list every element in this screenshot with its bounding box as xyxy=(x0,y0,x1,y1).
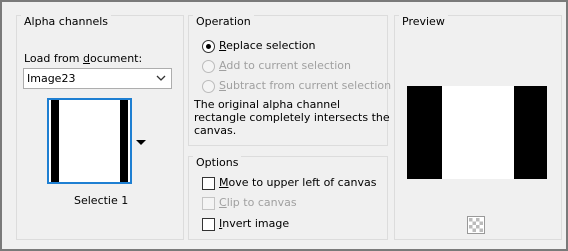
preview-left-bar xyxy=(407,86,442,179)
radio-dot xyxy=(202,80,215,93)
document-select-value: Image23 xyxy=(27,72,76,85)
checkerboard-icon[interactable] xyxy=(467,216,485,234)
operation-title: Operation xyxy=(193,15,254,29)
load-from-document-label: Load from document: xyxy=(24,52,143,65)
operation-description: The original alpha channel rectangle com… xyxy=(194,98,390,137)
preview-right-bar xyxy=(514,86,547,179)
preview-image xyxy=(407,86,547,179)
invert-image-checkbox[interactable]: Invert image xyxy=(202,216,289,232)
selection-name: Selectie 1 xyxy=(74,194,129,207)
preview-title: Preview xyxy=(399,15,448,29)
triangle-down-icon[interactable] xyxy=(134,133,148,153)
dialog-frame: Alpha channels Load from document: Image… xyxy=(0,0,568,251)
alpha-channels-title: Alpha channels xyxy=(21,15,112,29)
checkbox-box xyxy=(202,218,215,231)
radio-dot xyxy=(202,60,215,73)
selection-thumbnail[interactable] xyxy=(47,98,132,184)
replace-selection-radio[interactable]: Replace selection xyxy=(202,38,315,54)
document-select[interactable]: Image23 xyxy=(23,68,172,89)
clip-to-canvas-checkbox[interactable]: Clip to canvas xyxy=(202,195,297,211)
add-to-selection-radio[interactable]: Add to current selection xyxy=(202,58,351,74)
radio-dot xyxy=(202,40,215,53)
checkbox-box xyxy=(202,197,215,210)
thumbnail-right-bar xyxy=(120,100,128,182)
chevron-down-icon xyxy=(156,75,166,81)
subtract-from-selection-radio[interactable]: Subtract from current selection xyxy=(202,78,391,94)
thumbnail-left-bar xyxy=(51,100,59,182)
move-to-upper-left-checkbox[interactable]: Move to upper left of canvas xyxy=(202,175,376,191)
options-title: Options xyxy=(193,156,242,170)
checkbox-box xyxy=(202,177,215,190)
